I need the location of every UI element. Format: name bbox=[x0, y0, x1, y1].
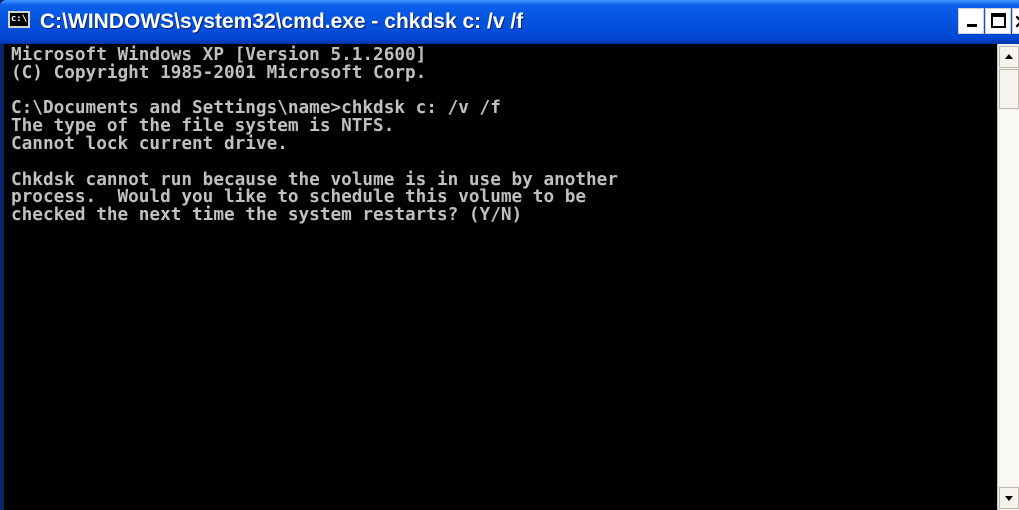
close-icon: × bbox=[1013, 10, 1019, 32]
console-line: (C) Copyright 1985-2001 Microsoft Corp. bbox=[11, 62, 427, 83]
console-output[interactable]: Microsoft Windows XP [Version 5.1.2600](… bbox=[4, 44, 997, 510]
cmd-window: c:\ C:\WINDOWS\system32\cmd.exe - chkdsk… bbox=[0, 0, 1019, 510]
scroll-up-arrow-icon bbox=[1005, 54, 1013, 59]
minimize-icon bbox=[967, 24, 977, 27]
title-bar[interactable]: c:\ C:\WINDOWS\system32\cmd.exe - chkdsk… bbox=[0, 0, 1019, 44]
console-line: Cannot lock current drive. bbox=[11, 133, 288, 154]
vertical-scrollbar[interactable] bbox=[997, 44, 1019, 510]
scroll-up-button[interactable] bbox=[999, 46, 1019, 68]
minimize-button[interactable] bbox=[958, 8, 984, 34]
console-text: Microsoft Windows XP [Version 5.1.2600](… bbox=[4, 44, 997, 225]
cmd-icon[interactable]: c:\ bbox=[8, 11, 30, 28]
scroll-down-arrow-icon bbox=[1005, 496, 1013, 501]
scrollbar-thumb[interactable] bbox=[999, 69, 1019, 109]
window-title: C:\WINDOWS\system32\cmd.exe - chkdsk c: … bbox=[40, 10, 524, 33]
maximize-button[interactable] bbox=[985, 8, 1011, 34]
scrollbar-track[interactable] bbox=[999, 110, 1019, 486]
scroll-down-button[interactable] bbox=[999, 487, 1019, 509]
console-line: checked the next time the system restart… bbox=[11, 205, 523, 226]
close-button[interactable]: × bbox=[1012, 8, 1019, 34]
maximize-icon bbox=[991, 13, 1006, 28]
